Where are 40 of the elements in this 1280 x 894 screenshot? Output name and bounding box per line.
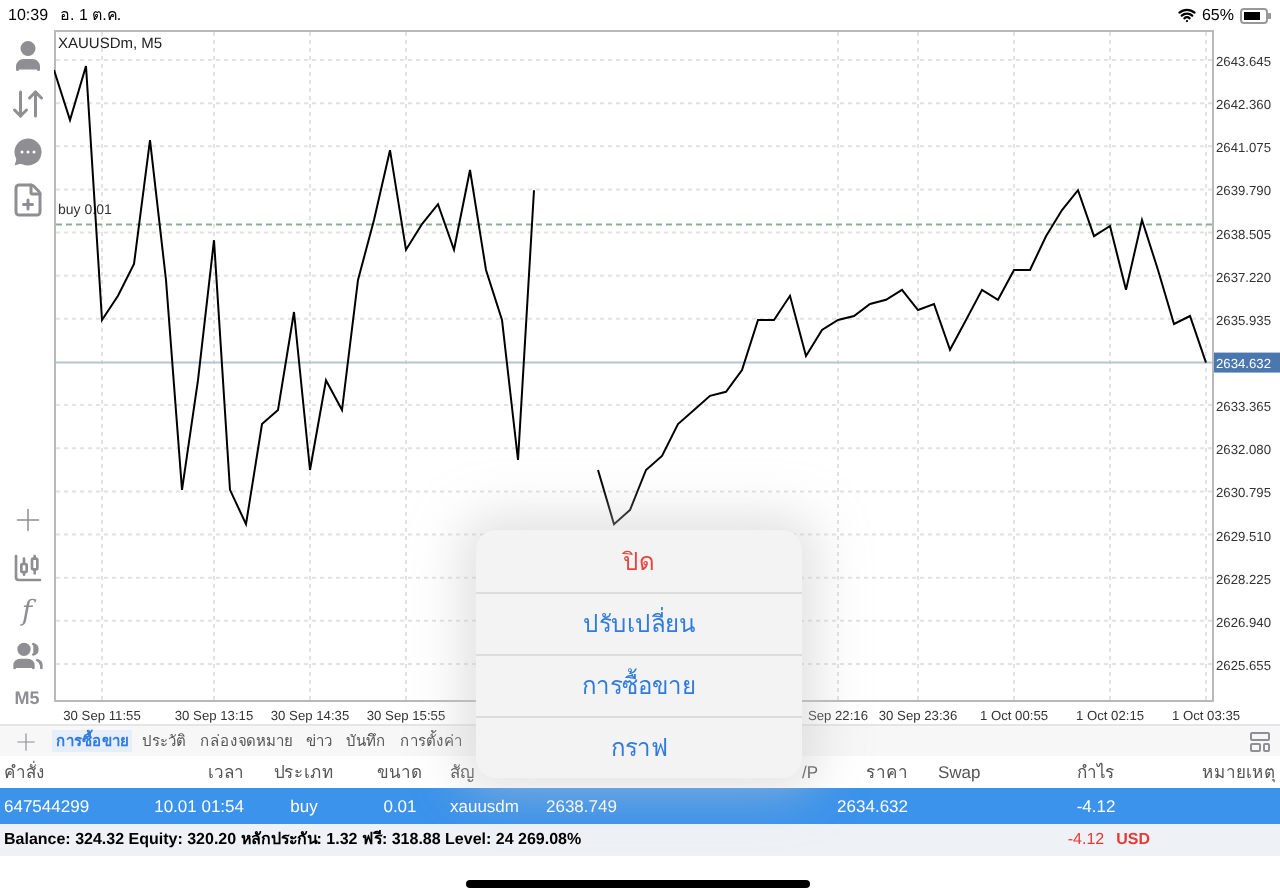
add-icon[interactable] [12,727,40,755]
status-time: 10:39 [8,3,49,27]
add-document-icon[interactable] [9,182,45,218]
function-button[interactable]: f [21,597,33,625]
menu-item[interactable]: ปรับเปลี่ยน [476,592,802,654]
column-header: คำสั่ง [2,759,46,785]
battery-percent: 65% [1201,3,1234,27]
table-cell-text: -4.12 [1074,793,1118,819]
account-summary: Balance: 324.32 Equity: 320.20 หลักประกัน: 1.32 ฟรี: 318.88 Level: 24 269.08% [4,828,584,852]
column-header: กำไร [1075,759,1117,785]
table-cell-text: xauusdm [448,793,521,819]
column-header: Swap [936,759,983,785]
menu-item[interactable]: การซื้อขาย [476,654,802,716]
table-cell-text: 2638.749 [546,793,619,819]
total-profit: -4.12 [1067,828,1105,852]
status-date: อ. 1 ต.ค. [60,3,122,27]
column-header: ราคา [864,759,908,785]
column-header: /P [800,759,820,785]
column-header: สัญ [448,759,476,785]
arrows-icon[interactable] [9,86,45,122]
table-cell-text: 10.01 01:54 [152,793,244,819]
period-button[interactable]: M5 [14,685,40,712]
table-cell-text: 2634.632 [835,793,908,819]
column-header: ขนาด [375,759,425,785]
table-row[interactable]: 647544299 10.01 01:54 buy 0.01 xauusdm 2638.749 2634.632 -4.12 [0,788,1280,824]
column-header: หมายเหตุ [1200,759,1276,785]
table-cell-text: 647544299 [2,793,92,819]
layout-icon[interactable] [1248,729,1272,753]
table-cell-text: buy [288,793,320,819]
battery-icon [1240,7,1272,23]
chat-icon[interactable] [9,134,45,170]
currency-label: USD [1116,828,1150,852]
column-header: ประเภท [272,759,336,785]
column-header: เวลา [206,759,244,785]
people-icon[interactable] [11,639,43,671]
candlestick-icon[interactable] [11,551,43,583]
wifi-icon [1177,6,1196,24]
table-cell-text: 0.01 [381,793,419,819]
menu-item[interactable]: ปิด [476,530,802,592]
menu-item[interactable]: กราฟ [476,716,802,778]
